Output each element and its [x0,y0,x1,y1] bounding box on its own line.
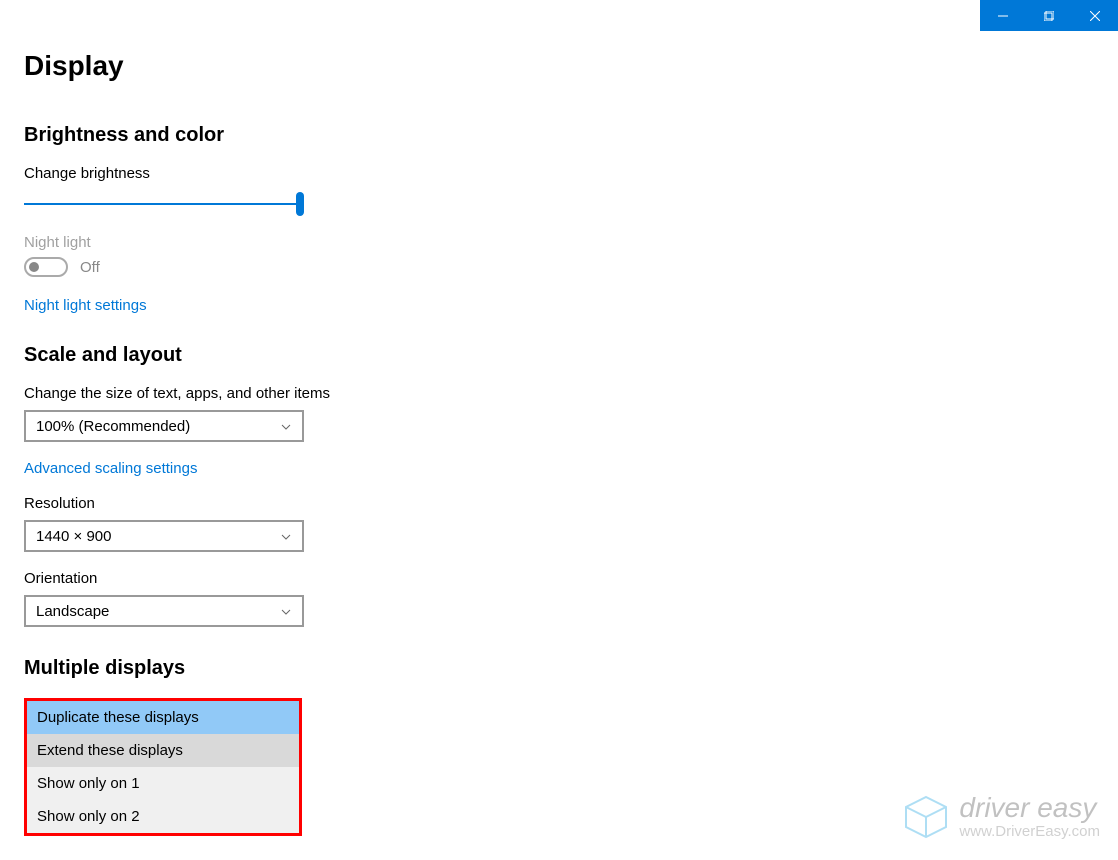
night-light-toggle[interactable] [24,257,68,277]
resolution-label: Resolution [24,495,1094,512]
minimize-button[interactable] [980,0,1026,31]
advanced-scaling-link[interactable]: Advanced scaling settings [24,460,1094,477]
night-light-state: Off [80,259,100,276]
toggle-knob [29,262,39,272]
dropdown-option-show-2[interactable]: Show only on 2 [27,800,299,833]
settings-content: Display Brightness and color Change brig… [0,0,1118,860]
slider-track [24,203,304,205]
multiple-displays-dropdown-expanded[interactable]: Duplicate these displays Extend these di… [24,698,302,836]
chevron-down-icon [280,530,292,542]
change-brightness-label: Change brightness [24,165,1094,182]
brightness-color-header: Brightness and color [24,124,1094,147]
resolution-dropdown[interactable]: 1440 × 900 [24,520,304,552]
close-button[interactable] [1072,0,1118,31]
dropdown-option-show-1[interactable]: Show only on 1 [27,767,299,800]
page-title: Display [24,50,1094,82]
window-titlebar [980,0,1118,31]
chevron-down-icon [280,420,292,432]
slider-thumb[interactable] [296,192,304,216]
maximize-button[interactable] [1026,0,1072,31]
watermark-url: www.DriverEasy.com [959,824,1100,841]
multiple-displays-header: Multiple displays [24,657,1094,680]
scale-label: Change the size of text, apps, and other… [24,385,1094,402]
scale-dropdown-value: 100% (Recommended) [36,418,190,435]
scale-layout-header: Scale and layout [24,344,1094,367]
chevron-down-icon [280,605,292,617]
orientation-dropdown-value: Landscape [36,603,109,620]
watermark: driver easy www.DriverEasy.com [901,792,1100,842]
dropdown-option-extend[interactable]: Extend these displays [27,734,299,767]
watermark-brand: driver easy [959,793,1100,824]
close-icon [1090,11,1100,21]
night-light-settings-link[interactable]: Night light settings [24,297,1094,314]
dropdown-option-duplicate[interactable]: Duplicate these displays [27,701,299,734]
maximize-icon [1044,11,1054,21]
minimize-icon [998,11,1008,21]
cube-icon [901,792,951,842]
night-light-label: Night light [24,234,1094,251]
scale-dropdown[interactable]: 100% (Recommended) [24,410,304,442]
orientation-dropdown[interactable]: Landscape [24,595,304,627]
watermark-text: driver easy www.DriverEasy.com [959,793,1100,840]
orientation-label: Orientation [24,570,1094,587]
brightness-slider[interactable] [24,192,304,216]
resolution-dropdown-value: 1440 × 900 [36,528,112,545]
night-light-toggle-row: Off [24,257,1094,277]
